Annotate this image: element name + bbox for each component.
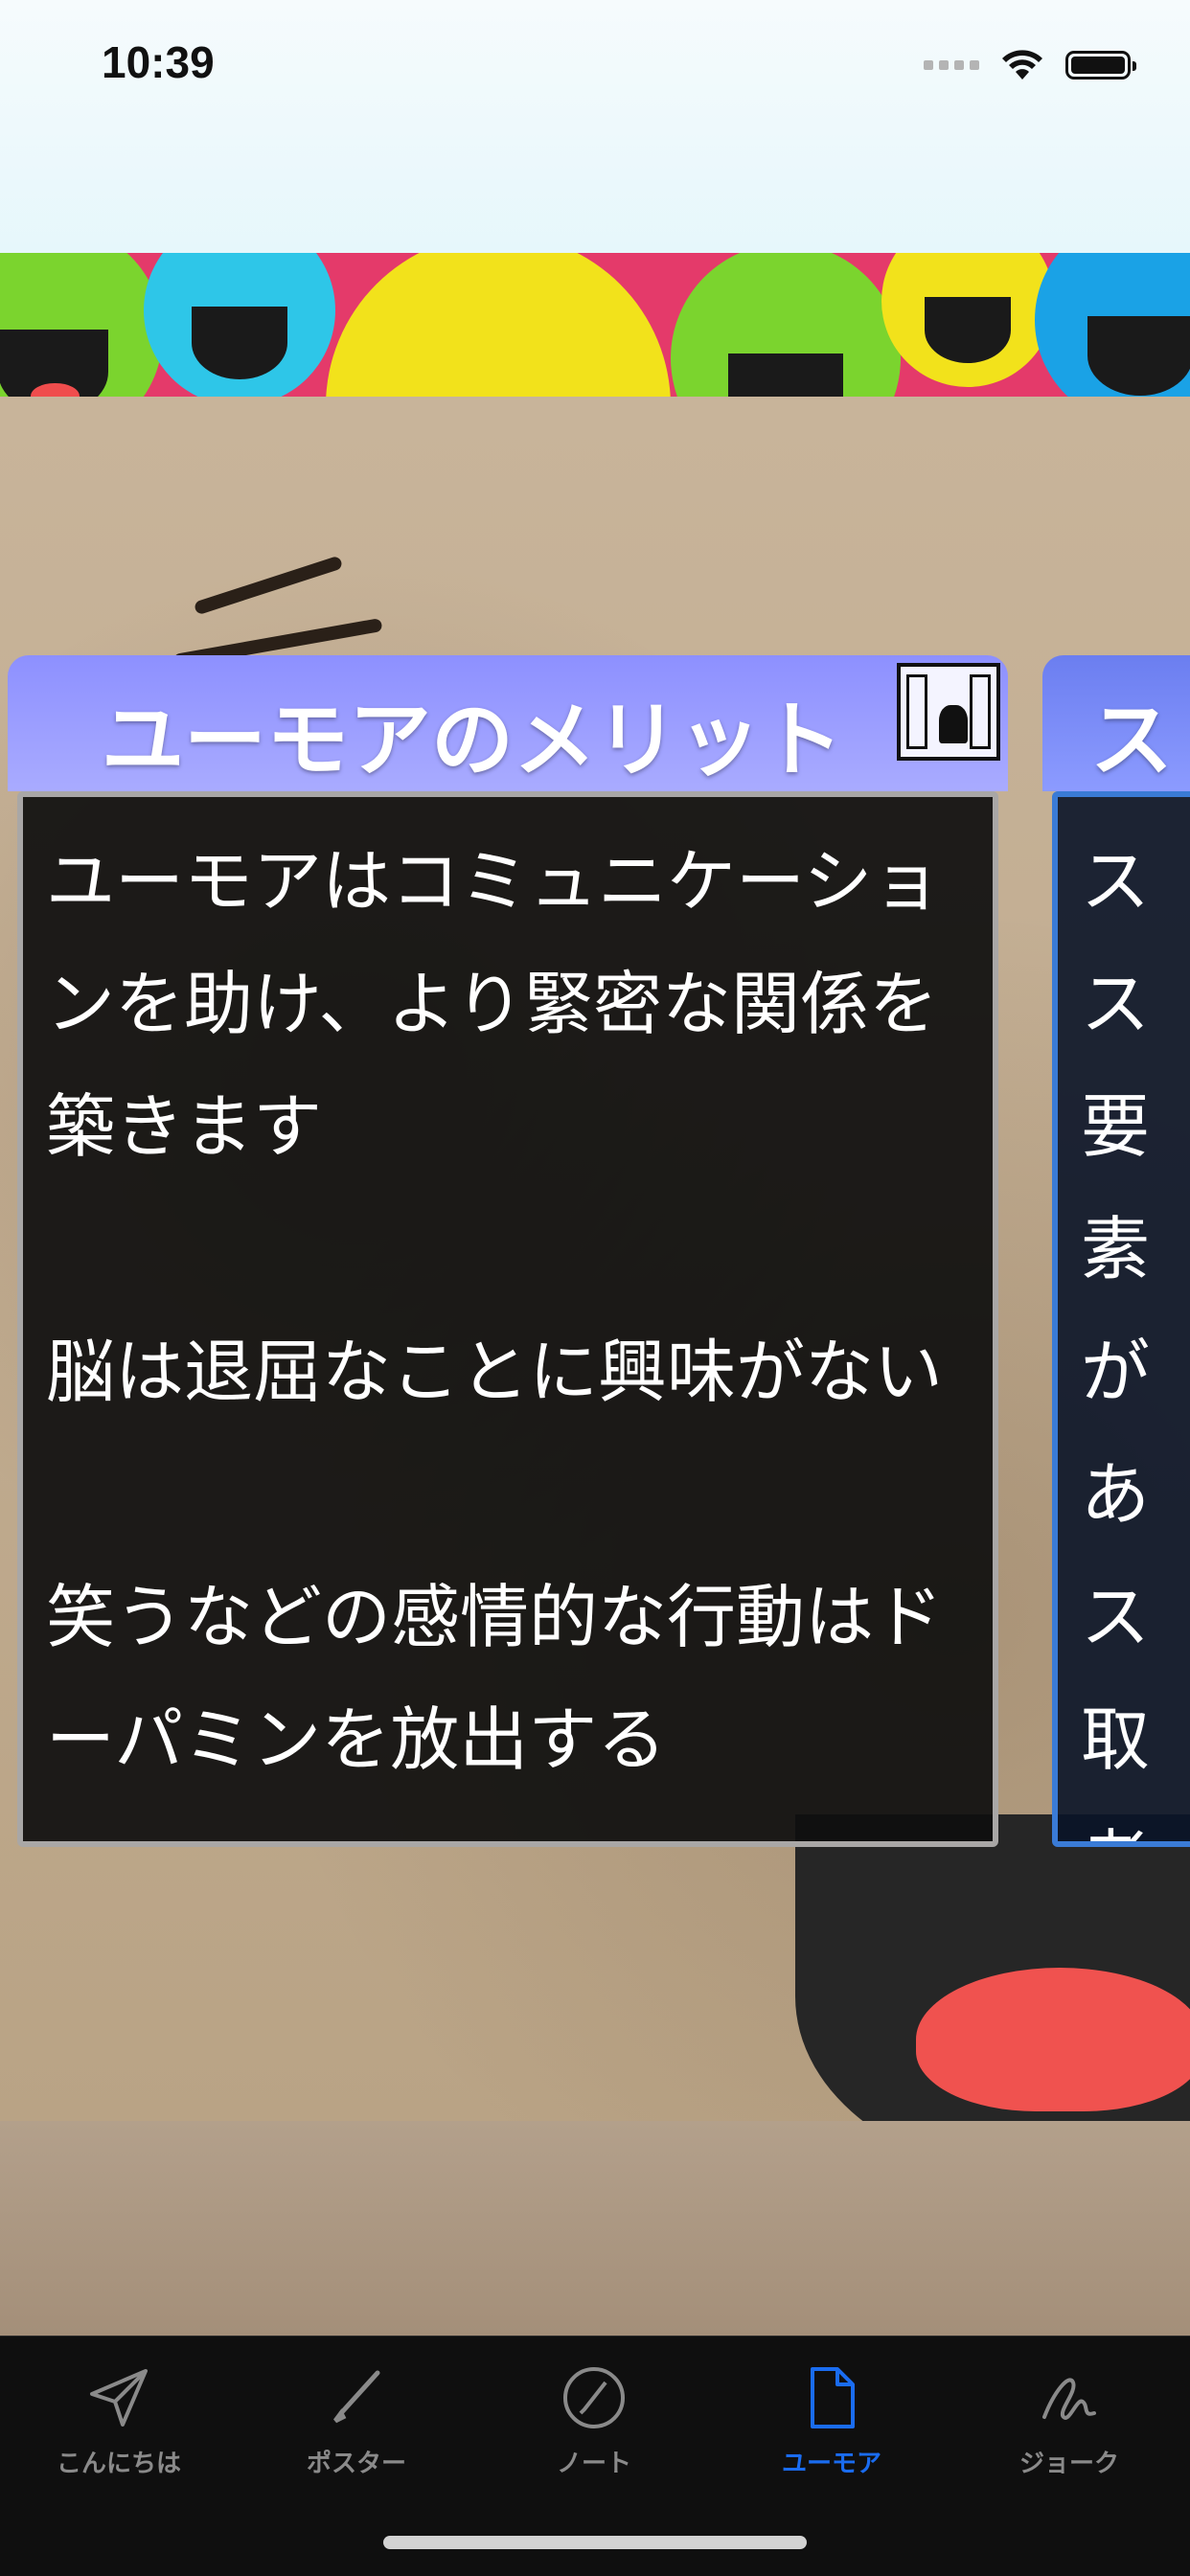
next-card[interactable]: ス ス ス 要素 があ ス 取 者の す。 ス	[1042, 655, 1190, 1857]
pencil-icon	[333, 2370, 380, 2424]
wifi-icon	[1002, 50, 1042, 80]
tab-joke[interactable]: ジョーク	[950, 2363, 1188, 2488]
tab-label: こんにちは	[56, 2450, 181, 2478]
tab-label: ノート	[556, 2450, 631, 2478]
document-icon	[811, 2367, 855, 2428]
tab-humor[interactable]: ユーモア	[713, 2363, 950, 2488]
tab-hello[interactable]: こんにちは	[0, 2363, 238, 2488]
card-header: ユーモアのメリット	[8, 655, 1008, 791]
card-body[interactable]: ス ス 要素 があ ス 取 者の す。 ス	[1052, 791, 1190, 1847]
humor-card[interactable]: ユーモアのメリット ユーモアはコミュニケーションを助け、より緊密な関係を築きます…	[8, 655, 1008, 1857]
card-title: ユーモアのメリット	[102, 692, 843, 788]
tab-label: ポスター	[306, 2450, 406, 2478]
lips-shape	[916, 1968, 1190, 2111]
card-title: ス	[1090, 692, 1173, 788]
status-bar: 10:39	[0, 0, 1190, 253]
bottom-background	[0, 2121, 1190, 2336]
card-body[interactable]: ユーモアはコミュニケーションを助け、より緊密な関係を築きます 脳は退屈なことに興…	[17, 791, 998, 1847]
window-cat-icon	[897, 663, 1000, 761]
card-header: ス	[1042, 655, 1190, 791]
tab-poster[interactable]: ポスター	[238, 2363, 475, 2488]
signal-icon	[924, 60, 979, 70]
scribble-icon	[1042, 2378, 1096, 2420]
tab-note[interactable]: ノート	[475, 2363, 713, 2488]
banner-image	[0, 253, 1190, 397]
tab-label: ジョーク	[1018, 2450, 1119, 2478]
tab-bar: こんにちは ポスター ノート ユーモア ジョーク	[0, 2336, 1190, 2576]
pencil-circle-icon	[563, 2367, 625, 2428]
card-text: ユーモアはコミュニケーションを助け、より緊密な関係を築きます 脳は退屈なことに興…	[46, 841, 944, 1780]
home-indicator[interactable]	[383, 2536, 807, 2549]
tab-label: ユーモア	[781, 2450, 881, 2478]
paper-plane-icon	[90, 2369, 148, 2427]
status-time: 10:39	[102, 37, 215, 87]
card-text: ス ス 要素 があ ス 取 者の す。 ス	[1081, 841, 1151, 1841]
status-icons	[924, 46, 1136, 84]
battery-icon	[1065, 51, 1136, 80]
